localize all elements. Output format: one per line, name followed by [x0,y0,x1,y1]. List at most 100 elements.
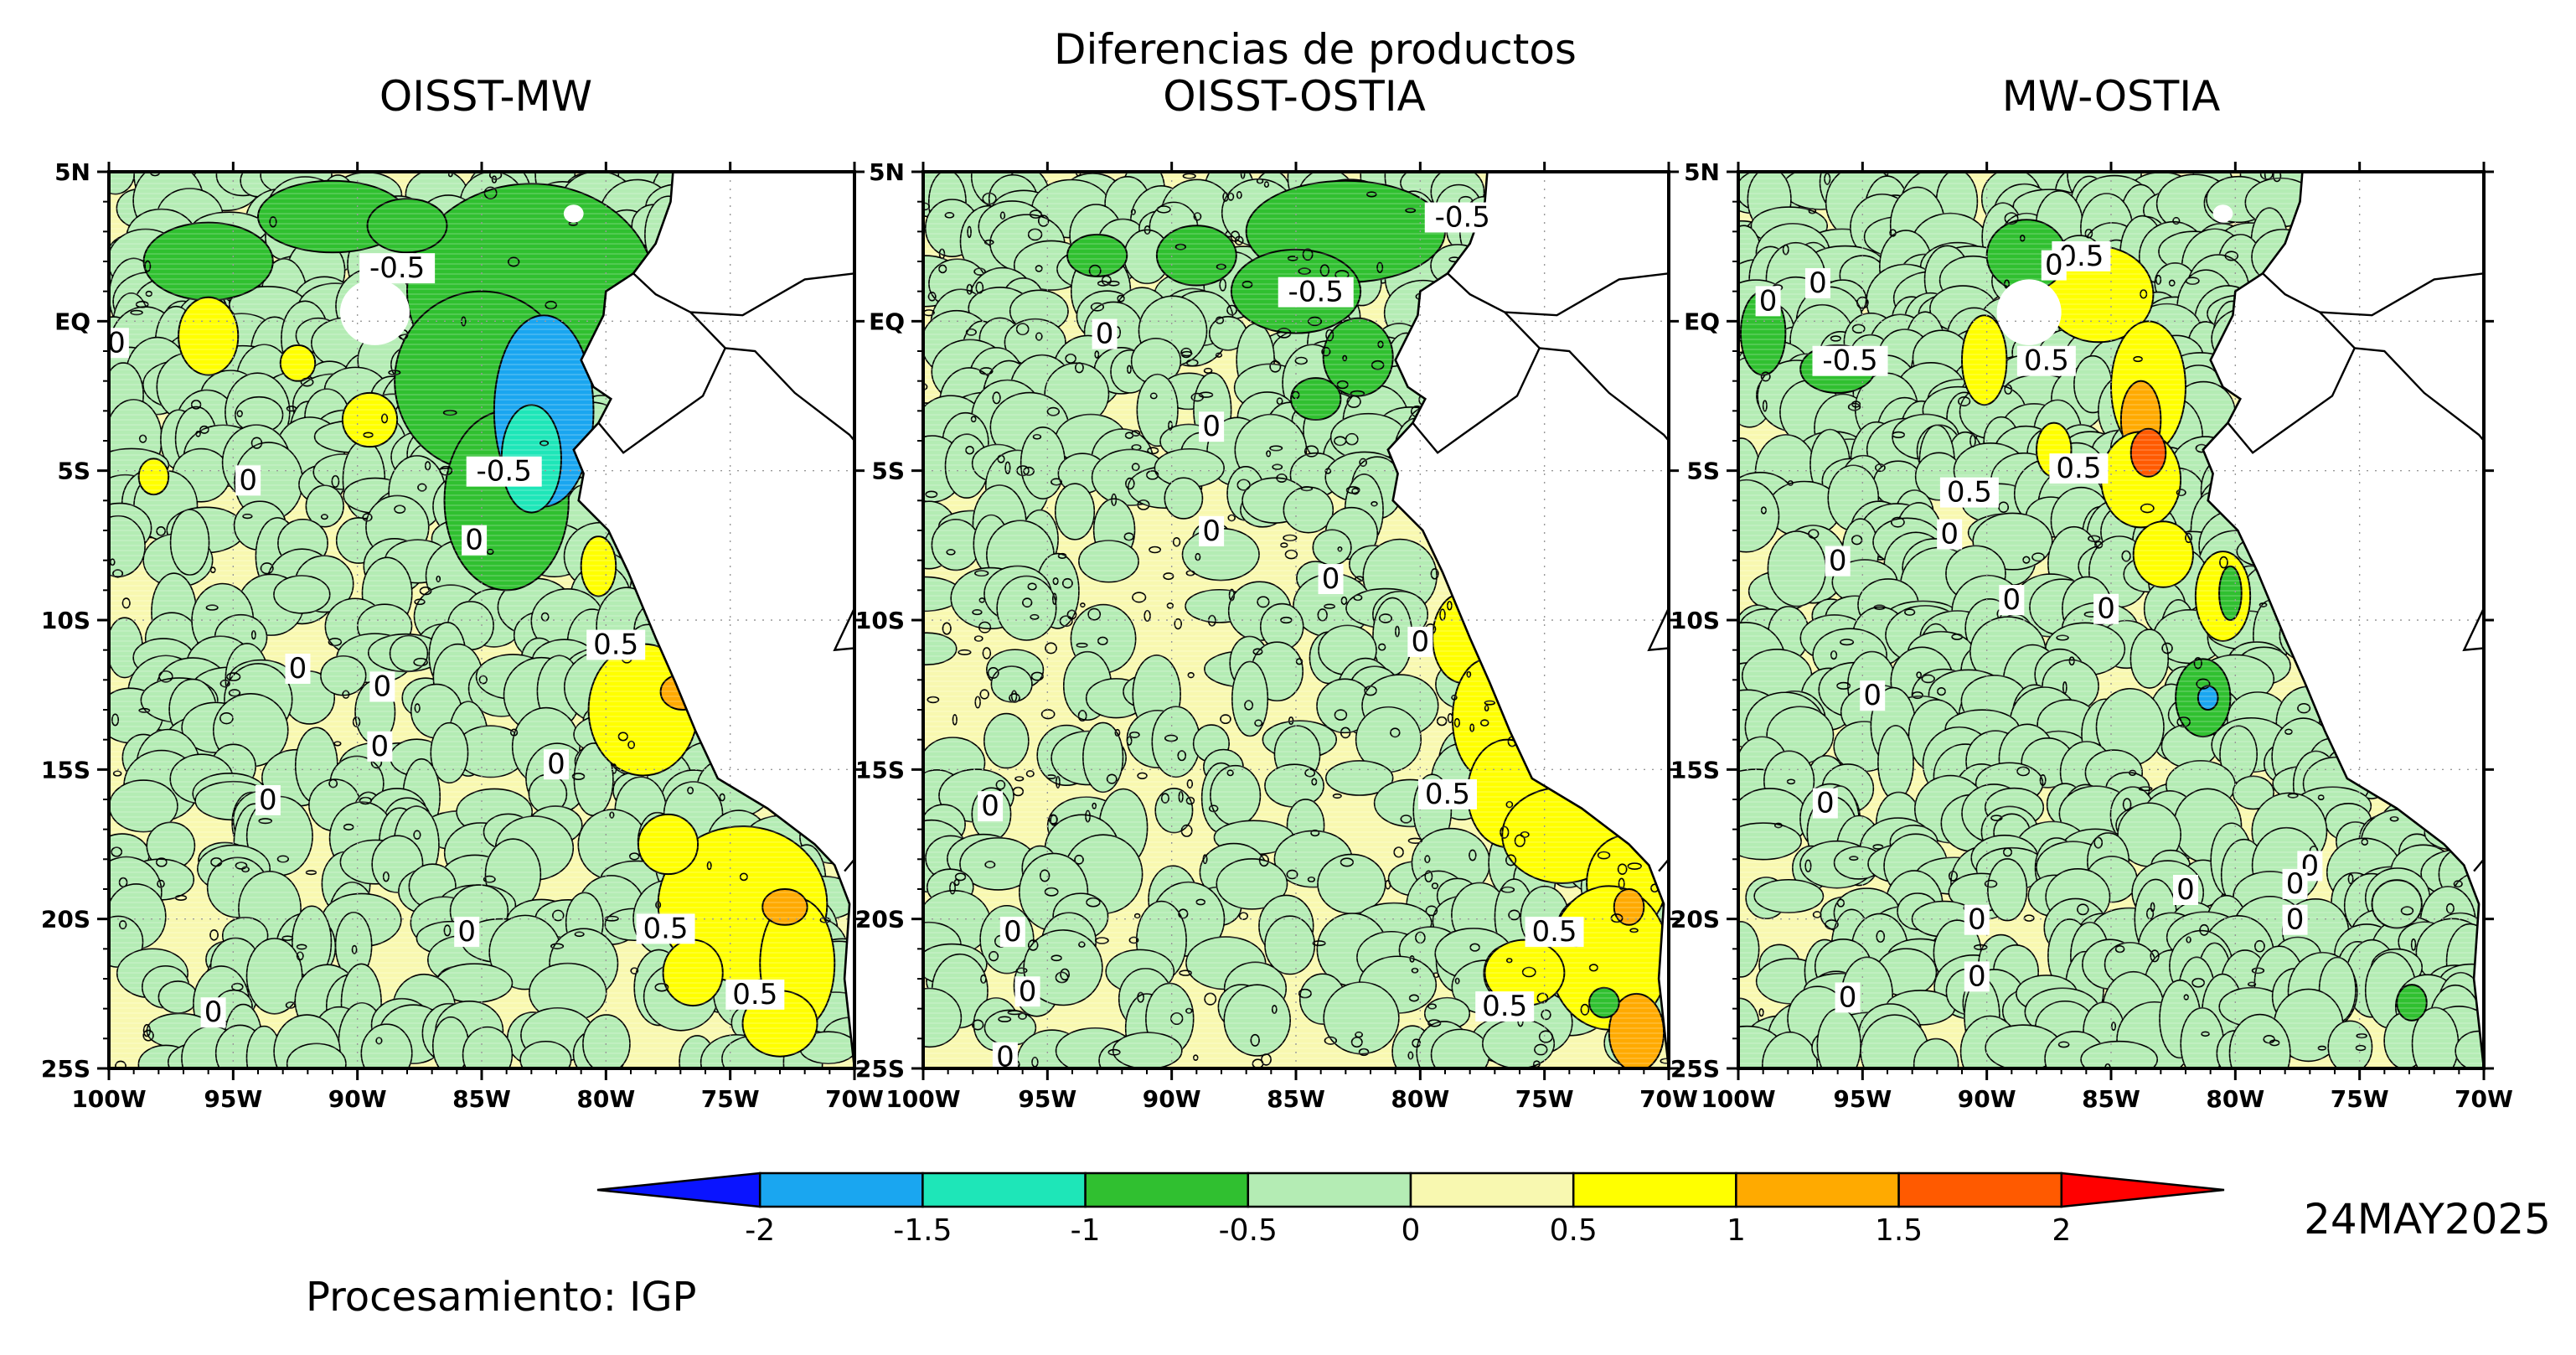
lon-tick-label: 85W [452,1085,511,1113]
colorbar-tick-label: -1.5 [893,1213,952,1248]
map-panel: OISST-OSTIA-0.5-0.50000000000.50.50.5100… [855,72,1698,1113]
colorbar-tick-label: 0 [1402,1213,1421,1248]
contour-label: 0 [1940,518,1959,551]
lat-tick-label: EQ [54,308,90,335]
contour-label: 0.5 [1531,915,1577,949]
contour-label: -0.5 [477,455,532,489]
lon-tick-label: 85W [2082,1085,2140,1113]
lat-tick-label: 20S [855,906,905,934]
lon-tick-label: 70W [2455,1085,2513,1113]
contour-label: 0 [981,789,999,823]
lat-tick-label: 15S [855,756,905,784]
contour-label: 0 [1019,975,1037,1008]
contour-label: 0 [259,784,277,817]
contour-label: 0 [2176,873,2195,907]
lat-tick-label: EQ [869,308,905,335]
colorbar-segment [758,1171,924,1208]
lon-tick-label: 90W [1958,1085,2016,1113]
panel-title: MW-OSTIA [2002,72,2221,121]
lon-tick-label: 100W [71,1085,146,1113]
lon-tick-label: 75W [2331,1085,2389,1113]
contour-label: 0 [289,652,307,685]
contour-label: 0 [1096,318,1114,351]
contour-label: 0 [2286,867,2305,901]
lat-tick-label: 5S [1686,458,1720,485]
contour-label: 0 [457,915,476,949]
colorbar-tick-label: 1 [1727,1213,1746,1248]
map-panel: OISST-MW-0.5-0.500000000000.50.50.5100W 9… [41,72,884,1113]
contour-label: 0 [465,524,483,557]
contour-label: -0.5 [369,251,425,285]
lon-tick-label: 100W [885,1085,960,1113]
lat-tick-label: 20S [1670,906,1720,934]
contour-label: 0 [1202,515,1221,548]
anomaly-field: -0.5-0.50000000000.50.50.5 [923,172,1669,1068]
lat-tick-label: 5N [1684,158,1720,186]
lat-tick-label: 25S [1670,1055,1720,1083]
panel-title: OISST-MW [379,72,592,121]
map-panels: OISST-MW-0.5-0.500000000000.50.50.5100W 9… [41,72,2513,1113]
map-panel: MW-OSTIA000.50-0.5 0.50.50.5000 0000000 000… [1670,72,2513,1113]
contour-label: 0 [1863,679,1882,712]
lat-tick-label: 5N [54,158,90,186]
contour-label: 0 [1759,284,1778,318]
contour-label: 0 [1004,915,1022,949]
figure-date: 24MAY2025 [2304,1195,2551,1244]
colorbar-segment [921,1171,1087,1208]
lat-tick-label: 25S [855,1055,905,1083]
colorbar: -2 -1.5 -1 -0.5 0 0.5 1 1.5 2 [596,1171,2225,1248]
lat-tick-label: EQ [1684,308,1720,335]
colorbar-segment [1247,1171,1412,1208]
contour-label: 0.5 [1947,476,1992,509]
figure-suptitle: Diferencias de productos [1054,25,1577,74]
contour-label: 0.5 [1425,778,1470,811]
contour-label: 0 [2286,903,2305,937]
lat-tick-label: 5S [57,458,90,485]
colorbar-segment [1409,1171,1575,1208]
colorbar-tick-label: -1 [1071,1213,1101,1248]
contour-label: 0 [239,463,257,497]
lat-tick-label: 15S [41,756,90,784]
contour-label: 0 [1829,545,1847,578]
colorbar-tick-label: 2 [2052,1213,2071,1248]
contour-label: 0 [1322,562,1340,596]
colorbar-segment [1735,1171,1900,1208]
contour-label: 0.5 [2056,452,2101,485]
colorbar-tick-label: 1.5 [1875,1213,1923,1248]
contour-label: 0 [1839,980,1857,1014]
lon-tick-label: 70W [825,1085,884,1113]
colorbar-tick-label: -0.5 [1219,1213,1278,1248]
contour-label: 0 [371,730,390,763]
lon-tick-label: 90W [1143,1085,1201,1113]
lon-tick-label: 75W [1515,1085,1574,1113]
contour-label: 0.5 [593,628,638,662]
lon-tick-label: 80W [576,1085,635,1113]
colorbar-segment [2060,1171,2225,1208]
lat-tick-label: 20S [41,906,90,934]
colorbar-segment [1897,1171,2063,1208]
contour-label: -0.5 [1288,276,1344,309]
colorbar-segment [596,1171,761,1208]
contour-label: 0 [547,747,565,781]
contour-label: 0 [1809,266,1827,300]
lat-tick-label: 5S [871,458,905,485]
contour-label: 0.5 [1482,990,1527,1023]
contour-label: -0.5 [1435,201,1490,235]
lon-tick-label: 80W [1391,1085,1449,1113]
lat-tick-label: 10S [1670,607,1720,634]
lon-tick-label: 80W [2206,1085,2264,1113]
lon-tick-label: 100W [1701,1085,1775,1113]
colorbar-segment [1084,1171,1250,1208]
contour-label: 0 [1412,625,1430,659]
lon-tick-label: 95W [1018,1085,1076,1113]
lon-tick-label: 70W [1639,1085,1698,1113]
contour-label: 0.5 [2024,344,2069,378]
contour-label: 0 [374,670,392,703]
colorbar-tick-label: 0.5 [1550,1213,1598,1248]
panel-title: OISST-OSTIA [1163,72,1426,121]
contour-label: 0 [1968,959,1986,993]
figure-credit: Procesamiento: IGP [306,1274,696,1321]
contour-label: 0 [2097,592,2115,626]
figure: Diferencias de productos 24MAY2025 Proce… [41,25,2551,1321]
lat-tick-label: 5N [869,158,905,186]
